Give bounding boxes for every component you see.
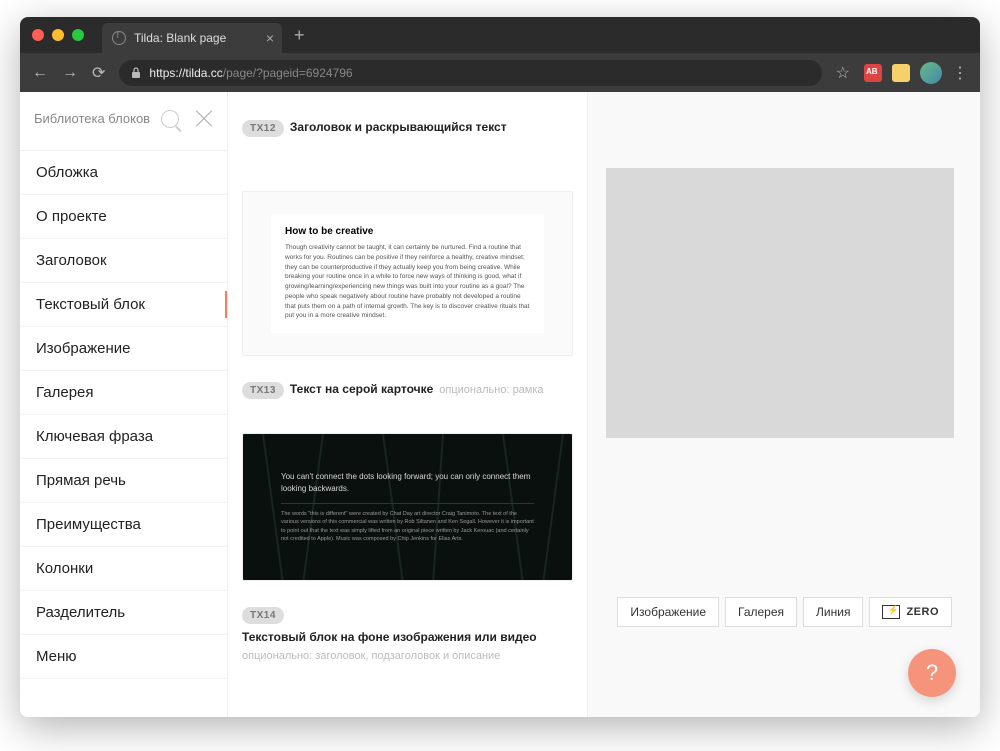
block-title: Текстовый блок на фоне изображения или в… bbox=[242, 630, 537, 644]
block-optional: опционально: рамка bbox=[439, 384, 543, 396]
reload-icon[interactable]: ⟳ bbox=[92, 63, 105, 83]
favicon-icon bbox=[112, 31, 126, 45]
image-placeholder[interactable] bbox=[606, 168, 954, 438]
toolbar-line-button[interactable]: Линия bbox=[803, 597, 863, 627]
zero-label: ZERO bbox=[906, 606, 939, 618]
preview-subtext: The words "this is different" were creat… bbox=[281, 503, 534, 543]
new-tab-button[interactable]: + bbox=[294, 25, 305, 46]
browser-window: Tilda: Blank page × + ← → ⟳ https://tild… bbox=[20, 17, 980, 717]
block-preview-column: TX12 Заголовок и раскрывающийся текст Ho… bbox=[228, 92, 588, 717]
help-button[interactable]: ? bbox=[908, 649, 956, 697]
sidebar-category-item[interactable]: Изображение bbox=[20, 327, 227, 371]
sidebar-category-item[interactable]: Обложка bbox=[20, 151, 227, 195]
block-code-badge: TX14 bbox=[242, 607, 284, 624]
forward-icon[interactable]: → bbox=[62, 64, 78, 82]
zero-icon bbox=[882, 605, 900, 619]
preview-inner: How to be creative Though creativity can… bbox=[271, 214, 544, 333]
profile-avatar[interactable] bbox=[920, 62, 942, 84]
url-path: /page/?pageid=6924796 bbox=[223, 66, 353, 80]
sidebar-header: Библиотека блоков bbox=[20, 92, 227, 151]
sidebar-category-item[interactable]: Прямая речь bbox=[20, 459, 227, 503]
preview-body: Though creativity cannot be taught, it c… bbox=[285, 243, 530, 321]
back-icon[interactable]: ← bbox=[32, 64, 48, 82]
browser-tab[interactable]: Tilda: Blank page × bbox=[102, 23, 282, 53]
block-title: Заголовок и раскрывающийся текст bbox=[290, 120, 507, 134]
address-field[interactable]: https://tilda.cc/page/?pageid=6924796 bbox=[119, 60, 821, 86]
sidebar-category-item[interactable]: Галерея bbox=[20, 371, 227, 415]
block-preview[interactable]: How to be creative Though creativity can… bbox=[242, 191, 573, 356]
lock-icon bbox=[131, 67, 141, 79]
library-title: Библиотека блоков bbox=[34, 111, 161, 128]
extension-icon[interactable] bbox=[892, 64, 910, 82]
close-icon[interactable] bbox=[193, 108, 215, 130]
block-code-badge: TX12 bbox=[242, 120, 284, 137]
bookmark-icon[interactable]: ☆ bbox=[836, 63, 850, 83]
block-code-badge: TX13 bbox=[242, 382, 284, 399]
sidebar-category-item[interactable]: Текстовый блок bbox=[20, 283, 227, 327]
sidebar: Библиотека блоков ОбложкаО проектеЗаголо… bbox=[20, 92, 228, 717]
preview-heading: How to be creative bbox=[285, 226, 530, 237]
close-window-icon[interactable] bbox=[32, 29, 44, 41]
extensions: AB ⋮ bbox=[864, 62, 968, 84]
sidebar-category-item[interactable]: Преимущества bbox=[20, 503, 227, 547]
url-host: https://tilda.cc bbox=[149, 66, 222, 80]
sidebar-category-item[interactable]: Колонки bbox=[20, 547, 227, 591]
block-header[interactable]: TX14 Текстовый блок на фоне изображения … bbox=[242, 607, 573, 662]
page-canvas: Изображение Галерея Линия ZERO ? bbox=[588, 92, 980, 717]
block-optional: опционально: заголовок, подзаголовок и о… bbox=[242, 650, 500, 662]
menu-icon[interactable]: ⋮ bbox=[952, 63, 968, 83]
extension-icon[interactable]: AB bbox=[864, 64, 882, 82]
tab-title: Tilda: Blank page bbox=[134, 31, 226, 45]
sidebar-category-item[interactable]: Ключевая фраза bbox=[20, 415, 227, 459]
category-list: ОбложкаО проектеЗаголовокТекстовый блокИ… bbox=[20, 151, 227, 717]
toolbar-image-button[interactable]: Изображение bbox=[617, 597, 719, 627]
app-content: Библиотека блоков ОбложкаО проектеЗаголо… bbox=[20, 92, 980, 717]
toolbar-zero-button[interactable]: ZERO bbox=[869, 597, 952, 627]
insert-toolbar: Изображение Галерея Линия ZERO bbox=[617, 597, 952, 627]
titlebar: Tilda: Blank page × + bbox=[20, 17, 980, 53]
toolbar-gallery-button[interactable]: Галерея bbox=[725, 597, 797, 627]
block-preview[interactable]: You can't connect the dots looking forwa… bbox=[242, 433, 573, 581]
sidebar-category-item[interactable]: О проекте bbox=[20, 195, 227, 239]
block-header[interactable]: TX12 Заголовок и раскрывающийся текст bbox=[242, 120, 573, 137]
tab-close-icon[interactable]: × bbox=[266, 30, 274, 46]
sidebar-category-item[interactable]: Заголовок bbox=[20, 239, 227, 283]
minimize-window-icon[interactable] bbox=[52, 29, 64, 41]
help-icon: ? bbox=[926, 660, 938, 686]
sidebar-category-item[interactable]: Меню bbox=[20, 635, 227, 679]
search-icon[interactable] bbox=[161, 110, 179, 128]
maximize-window-icon[interactable] bbox=[72, 29, 84, 41]
url-bar: ← → ⟳ https://tilda.cc/page/?pageid=6924… bbox=[20, 53, 980, 92]
preview-quote: You can't connect the dots looking forwa… bbox=[281, 471, 534, 495]
sidebar-category-item[interactable]: Разделитель bbox=[20, 591, 227, 635]
traffic-lights bbox=[32, 29, 84, 41]
block-header[interactable]: TX13 Текст на серой карточке опционально… bbox=[242, 382, 573, 399]
block-title: Текст на серой карточке bbox=[290, 382, 433, 396]
